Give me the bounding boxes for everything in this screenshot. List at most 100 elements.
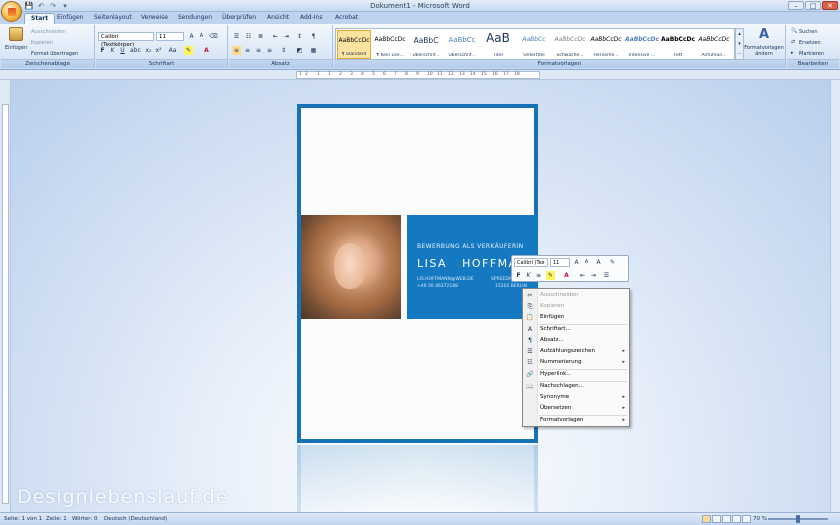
menu-item-styles[interactable]: Formatvorlagen ▸ — [523, 416, 629, 426]
zoom-slider-thumb[interactable] — [796, 515, 800, 523]
style-heading-2[interactable]: AaBbCc Überschrif... — [445, 30, 479, 59]
document-page[interactable]: BEWERBUNG ALS VERKÄUFERIN LISA HOFFMANN … — [297, 104, 538, 443]
select-button[interactable]: Markieren — [799, 51, 824, 57]
web-layout-view-icon[interactable] — [722, 515, 731, 523]
increase-indent-icon[interactable]: ⇥ — [282, 32, 291, 41]
tab-add-ins[interactable]: Add-Ins — [300, 14, 322, 21]
status-language[interactable]: Deutsch (Deutschland) — [104, 516, 167, 522]
copy-button[interactable]: Kopieren — [31, 40, 53, 46]
font-size-combo[interactable]: 11 — [156, 32, 184, 41]
tab-ueberpruefen[interactable]: Überprüfen — [222, 14, 256, 21]
replace-button[interactable]: Ersetzen — [799, 40, 821, 46]
menu-item-copy[interactable]: ⎘ Kopieren — [523, 302, 629, 312]
menu-item-translate[interactable]: Übersetzen ▸ — [523, 404, 629, 414]
strikethrough-icon[interactable]: abc — [130, 46, 141, 55]
mini-size-combo[interactable]: 11 — [550, 258, 570, 267]
mini-center-icon[interactable]: ≡ — [534, 271, 543, 280]
find-button[interactable]: Suchen — [799, 29, 818, 35]
decrease-indent-icon[interactable]: ⇤ — [271, 32, 280, 41]
style-title[interactable]: AaB Titel — [481, 30, 515, 59]
grow-font-icon[interactable]: A — [187, 32, 196, 41]
style-standard[interactable]: AaBbCcDc ¶ Standard — [337, 30, 371, 59]
print-layout-view-icon[interactable] — [702, 515, 711, 523]
underline-button[interactable]: U — [118, 46, 127, 55]
mini-italic-icon[interactable]: K — [524, 271, 533, 280]
menu-item-cut[interactable]: ✂ Ausschneiden — [523, 291, 629, 301]
borders-icon[interactable]: ▦ — [309, 46, 318, 55]
horizontal-ruler[interactable]: 1 2 1 1 2 3 4 5 6 7 8 9 10 11 12 13 14 1… — [296, 71, 540, 79]
style-heading-1[interactable]: AaBbC Überschrif... — [409, 30, 443, 59]
align-left-icon[interactable]: ≡ — [232, 46, 241, 55]
mini-font-color-icon[interactable]: A — [562, 271, 571, 280]
status-page[interactable]: Seite: 1 von 1 — [4, 516, 42, 522]
gallery-more-icon[interactable]: ▴ ▾ ⋯ — [735, 28, 744, 60]
style-intense-emphasis[interactable]: AaBbCcDc Intensive ... — [625, 30, 659, 59]
format-painter-button[interactable]: Format übertragen — [31, 51, 78, 57]
cut-button[interactable]: Ausschneiden — [31, 29, 66, 35]
close-button[interactable]: ✕ — [822, 1, 838, 10]
mini-bullets-icon[interactable]: ☰ — [602, 271, 611, 280]
style-subtle-emphasis[interactable]: AaBbCcDc Schwache... — [553, 30, 587, 59]
tab-acrobat[interactable]: Acrobat — [335, 14, 358, 21]
style-strong[interactable]: AaBbCcDc Fett — [661, 30, 695, 59]
change-styles-icon[interactable]: A — [756, 28, 772, 42]
line-spacing-icon[interactable]: ⇕ — [279, 46, 288, 55]
font-name-combo[interactable]: Calibri (Textkörper) — [98, 32, 154, 48]
style-no-spacing[interactable]: AaBbCcDc ¶ Kein Lee... — [373, 30, 407, 59]
vertical-scrollbar[interactable] — [830, 80, 840, 512]
menu-item-font[interactable]: A Schriftart... — [523, 325, 629, 335]
style-quote[interactable]: AaBbCcDc Anführun... — [697, 30, 731, 59]
change-styles-button[interactable]: Formatvorlagen ändern — [744, 45, 784, 57]
align-center-icon[interactable]: ≡ — [243, 46, 252, 55]
menu-item-paste[interactable]: 📋 Einfügen — [523, 313, 629, 323]
menu-item-synonyms[interactable]: Synonyme ▸ — [523, 393, 629, 403]
sort-icon[interactable]: ↕ — [295, 32, 304, 41]
mini-grow-font-icon[interactable]: A — [572, 258, 581, 267]
align-right-icon[interactable]: ≡ — [254, 46, 263, 55]
style-emphasis[interactable]: AaBbCcDc Hervorhe... — [589, 30, 623, 59]
menu-item-bullets[interactable]: ☰ Aufzählungszeichen ▸ — [523, 347, 629, 357]
paste-button[interactable]: Einfügen — [5, 45, 27, 51]
menu-item-paragraph[interactable]: ¶ Absatz... — [523, 336, 629, 346]
bold-button[interactable]: F — [98, 46, 107, 55]
mini-format-painter-icon[interactable]: ✎ — [608, 258, 617, 267]
mini-styles-icon[interactable]: A — [594, 258, 603, 267]
maximize-button[interactable]: □ — [805, 1, 821, 10]
menu-item-hyperlink[interactable]: 🔗 Hyperlink... — [523, 370, 629, 380]
tab-seitenlayout[interactable]: Seitenlayout — [94, 14, 132, 21]
menu-item-numbering[interactable]: ☷ Nummerierung ▸ — [523, 358, 629, 368]
numbering-icon[interactable]: ☷ — [244, 32, 253, 41]
outline-view-icon[interactable] — [732, 515, 741, 523]
style-subtitle[interactable]: AaBbCc Untertitel — [517, 30, 551, 59]
mini-highlight-icon[interactable]: ✎ — [546, 271, 555, 280]
shading-icon[interactable]: ◩ — [295, 46, 304, 55]
paste-icon[interactable] — [9, 27, 23, 41]
subscript-icon[interactable]: x₂ — [144, 46, 153, 55]
mini-font-combo[interactable]: Calibri (Tex — [514, 258, 548, 267]
tab-ansicht[interactable]: Ansicht — [267, 14, 289, 21]
vertical-ruler[interactable] — [0, 80, 11, 512]
shrink-font-icon[interactable]: A — [197, 32, 206, 41]
minimize-button[interactable]: – — [788, 1, 804, 10]
show-formatting-icon[interactable]: ¶ — [309, 32, 318, 41]
full-screen-view-icon[interactable] — [712, 515, 721, 523]
tab-verweise[interactable]: Verweise — [141, 14, 168, 21]
mini-decrease-indent-icon[interactable]: ⇤ — [578, 271, 587, 280]
tab-start[interactable]: Start — [24, 13, 56, 24]
clear-format-icon[interactable]: ⌫ — [209, 32, 218, 41]
status-line[interactable]: Zeile: 1 — [46, 516, 67, 522]
italic-button[interactable]: K — [108, 46, 117, 55]
tab-sendungen[interactable]: Sendungen — [178, 14, 212, 21]
change-case-icon[interactable]: Aa — [168, 46, 177, 55]
status-words[interactable]: Wörter: 0 — [72, 516, 98, 522]
superscript-icon[interactable]: x² — [154, 46, 163, 55]
multilevel-list-icon[interactable]: ≣ — [256, 32, 265, 41]
menu-item-lookup[interactable]: 📖 Nachschlagen... — [523, 382, 629, 392]
zoom-level[interactable]: 70 % — [753, 516, 767, 522]
zoom-slider[interactable] — [768, 515, 828, 523]
tab-einfuegen[interactable]: Einfügen — [57, 14, 83, 21]
mini-bold-icon[interactable]: F — [514, 271, 523, 280]
mini-increase-indent-icon[interactable]: ⇥ — [589, 271, 598, 280]
highlight-icon[interactable]: ✎ — [184, 46, 193, 55]
draft-view-icon[interactable] — [742, 515, 751, 523]
